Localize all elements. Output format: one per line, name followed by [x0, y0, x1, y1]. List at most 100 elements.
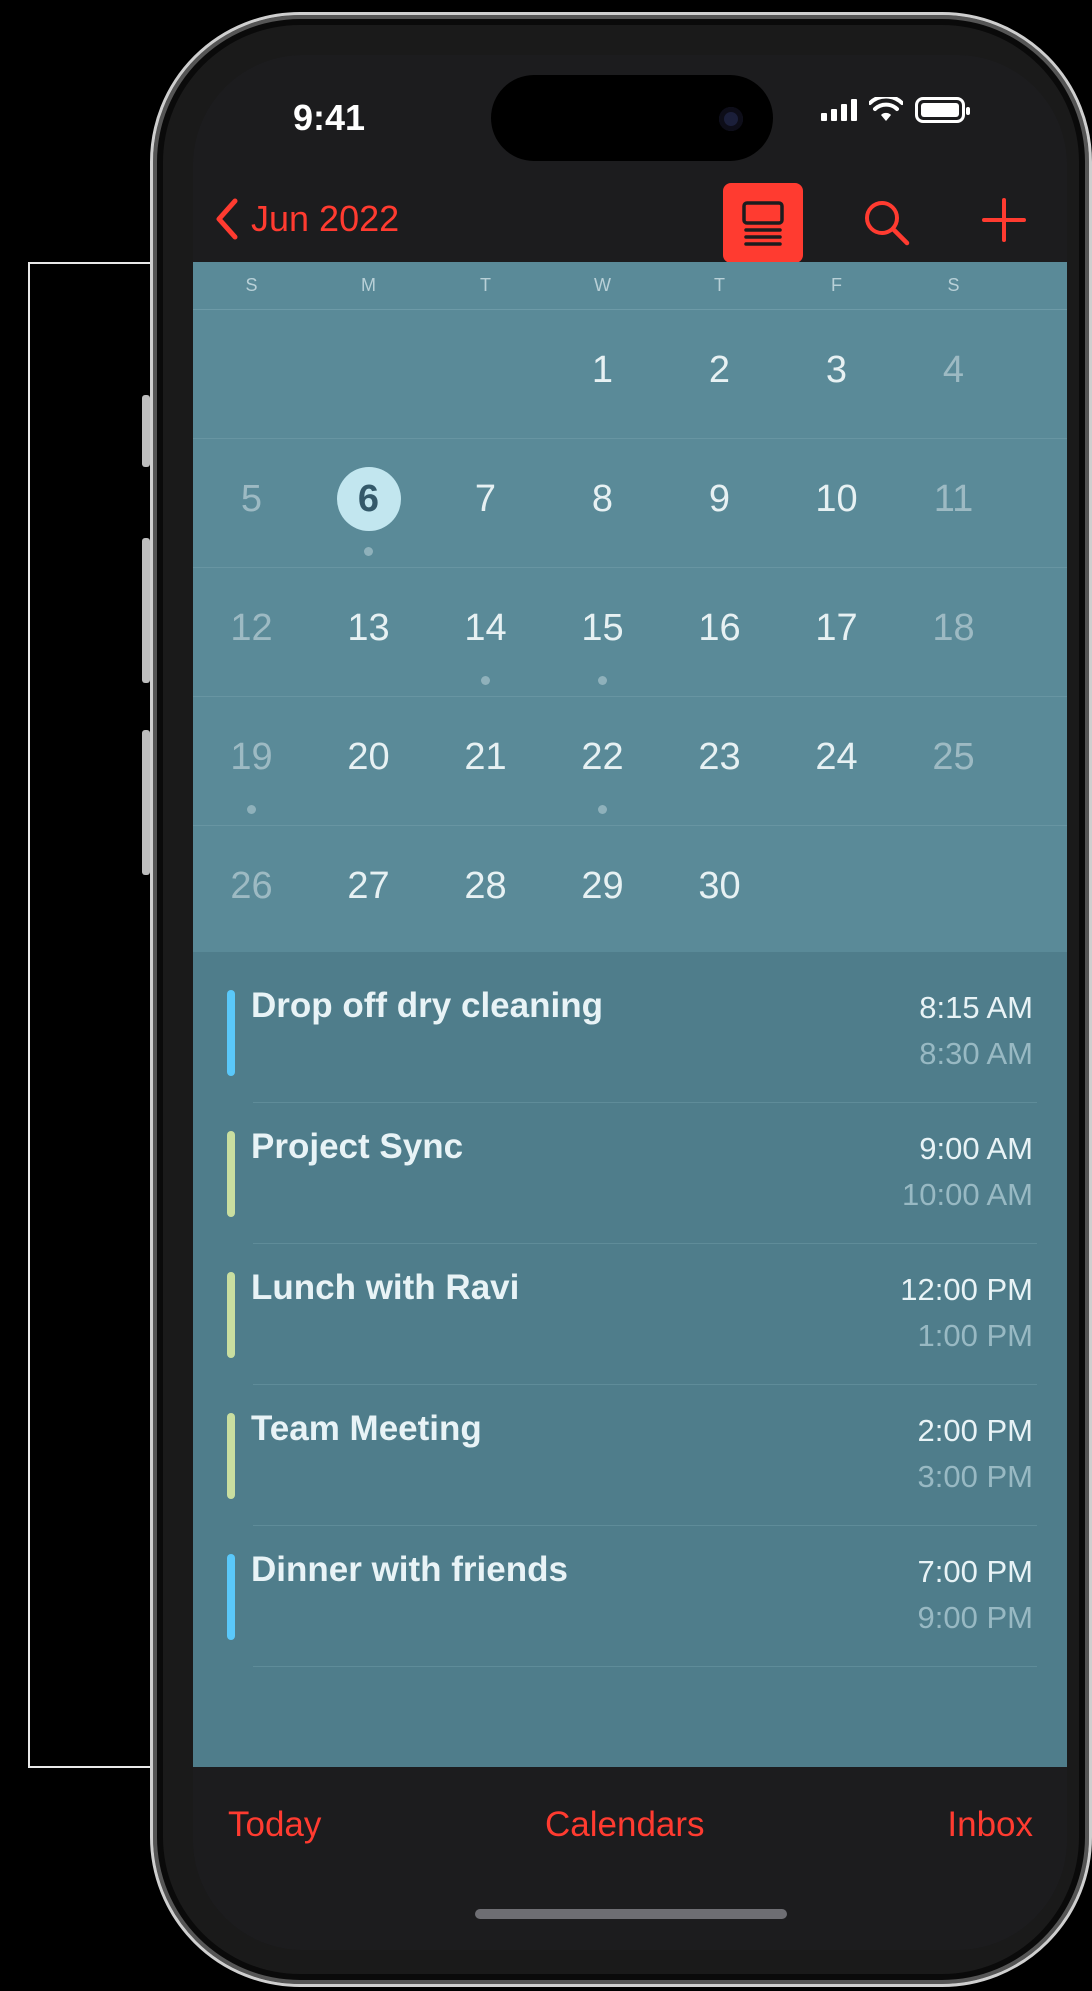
week-row: 26 27 28 29 30 [193, 826, 1067, 955]
empty-day-cell [310, 310, 427, 438]
day-cell[interactable]: 11 [895, 439, 1012, 567]
day-number: 14 [464, 607, 507, 649]
event-title: Drop off dry cleaning [251, 986, 603, 1025]
day-cell[interactable]: 26 [193, 826, 310, 955]
day-cell[interactable]: 22 [544, 697, 661, 825]
day-cell[interactable]: 20 [310, 697, 427, 825]
day-cell[interactable]: 23 [661, 697, 778, 825]
list-view-toggle-button[interactable] [723, 183, 803, 263]
back-to-year-button[interactable]: Jun 2022 [213, 197, 399, 241]
event-indicator-dot [247, 805, 256, 814]
event-indicator-dot [364, 547, 373, 556]
day-number: 17 [815, 607, 858, 649]
day-cell[interactable]: 5 [193, 439, 310, 567]
day-cell[interactable]: 2 [661, 310, 778, 438]
day-cell[interactable]: 3 [778, 310, 895, 438]
inbox-button[interactable]: Inbox [947, 1805, 1033, 1845]
day-cell[interactable]: 13 [310, 568, 427, 696]
day-cell[interactable]: 10 [778, 439, 895, 567]
status-time: 9:41 [293, 97, 366, 138]
day-number: 2 [708, 349, 731, 391]
day-cell[interactable]: 24 [778, 697, 895, 825]
day-cell[interactable]: 25 [895, 697, 1012, 825]
today-button[interactable]: Today [228, 1805, 321, 1845]
front-camera [719, 107, 743, 131]
event-end-time: 3:00 PM [917, 1459, 1033, 1494]
day-cell[interactable]: 4 [895, 310, 1012, 438]
event-end-time: 10:00 AM [902, 1177, 1033, 1212]
row-divider [253, 1666, 1037, 1667]
list-view-icon [742, 201, 784, 246]
event-list: Drop off dry cleaning 8:15 AM 8:30 AM Proje… [193, 962, 1067, 1667]
month-year-label: Jun 2022 [251, 198, 400, 239]
event-title: Dinner with friends [251, 1550, 568, 1589]
day-cell[interactable]: 15 [544, 568, 661, 696]
event-title: Project Sync [251, 1127, 464, 1166]
day-number: 9 [708, 478, 731, 520]
day-cell[interactable]: 27 [310, 826, 427, 955]
day-cell[interactable]: 18 [895, 568, 1012, 696]
day-cell[interactable]: 8 [544, 439, 661, 567]
day-cell[interactable]: 28 [427, 826, 544, 955]
day-number: 28 [464, 865, 507, 907]
day-cell[interactable]: 6 [310, 439, 427, 567]
day-cell[interactable]: 21 [427, 697, 544, 825]
navigation-bar: Jun 2022 [193, 175, 1067, 265]
day-number: 25 [932, 736, 975, 778]
calendar-color-bar [227, 1131, 235, 1217]
day-number: 13 [347, 607, 390, 649]
event-title: Team Meeting [251, 1409, 482, 1448]
calendar-color-bar [227, 990, 235, 1076]
week-row: 1 2 3 4 [193, 310, 1067, 439]
day-number: 27 [347, 865, 390, 907]
empty-day-cell [778, 826, 895, 955]
calendar-color-bar [227, 1554, 235, 1640]
event-row[interactable]: Lunch with Ravi 12:00 PM 1:00 PM [193, 1244, 1067, 1385]
day-cell[interactable]: 29 [544, 826, 661, 955]
day-number: 15 [581, 607, 624, 649]
search-icon[interactable] [861, 197, 911, 247]
event-row[interactable]: Drop off dry cleaning 8:15 AM 8:30 AM [193, 962, 1067, 1103]
day-number: 3 [825, 349, 848, 391]
day-number: 7 [474, 478, 497, 520]
weeks-container: 1 2 3 4 5 6 7 8 9 10 11 12 13 14 15 16 17 18 19 20 21 22 23 24 2… [193, 310, 1067, 955]
calendars-button[interactable]: Calendars [545, 1805, 705, 1845]
weekday-label: T [480, 275, 491, 295]
plus-icon[interactable] [981, 197, 1027, 243]
day-cell[interactable]: 1 [544, 310, 661, 438]
day-cell[interactable]: 14 [427, 568, 544, 696]
event-row[interactable]: Dinner with friends 7:00 PM 9:00 PM [193, 1526, 1067, 1667]
day-number: 16 [698, 607, 741, 649]
calendar-color-bar [227, 1272, 235, 1358]
month-grid: S M T W T F S 1 2 3 4 5 6 7 8 9 10 11 12 13 14 15 16 17 1… [193, 262, 1067, 952]
day-number: 20 [347, 736, 390, 778]
event-end-time: 1:00 PM [917, 1318, 1033, 1353]
event-start-time: 9:00 AM [919, 1131, 1033, 1166]
day-number: 23 [698, 736, 741, 778]
day-cell[interactable]: 9 [661, 439, 778, 567]
week-row: 12 13 14 15 16 17 18 [193, 568, 1067, 697]
day-number: 5 [240, 478, 263, 520]
event-indicator-dot [598, 676, 607, 685]
week-row: 5 6 7 8 9 10 11 [193, 439, 1067, 568]
weekday-label: M [361, 275, 376, 295]
status-bar: 9:41 [193, 55, 1067, 185]
home-indicator [475, 1909, 787, 1919]
event-row[interactable]: Project Sync 9:00 AM 10:00 AM [193, 1103, 1067, 1244]
day-number: 4 [942, 349, 965, 391]
day-cell[interactable]: 17 [778, 568, 895, 696]
weekday-label: T [714, 275, 725, 295]
day-number: 26 [230, 865, 273, 907]
event-row[interactable]: Team Meeting 2:00 PM 3:00 PM [193, 1385, 1067, 1526]
day-number: 18 [932, 607, 975, 649]
day-number: 29 [581, 865, 624, 907]
event-title: Lunch with Ravi [251, 1268, 520, 1307]
day-cell[interactable]: 30 [661, 826, 778, 955]
day-cell[interactable]: 19 [193, 697, 310, 825]
day-number: 11 [933, 478, 974, 520]
day-cell[interactable]: 16 [661, 568, 778, 696]
event-start-time: 12:00 PM [900, 1272, 1033, 1307]
day-cell[interactable]: 12 [193, 568, 310, 696]
tab-bar: Today Calendars Inbox [193, 1767, 1067, 1950]
day-cell[interactable]: 7 [427, 439, 544, 567]
